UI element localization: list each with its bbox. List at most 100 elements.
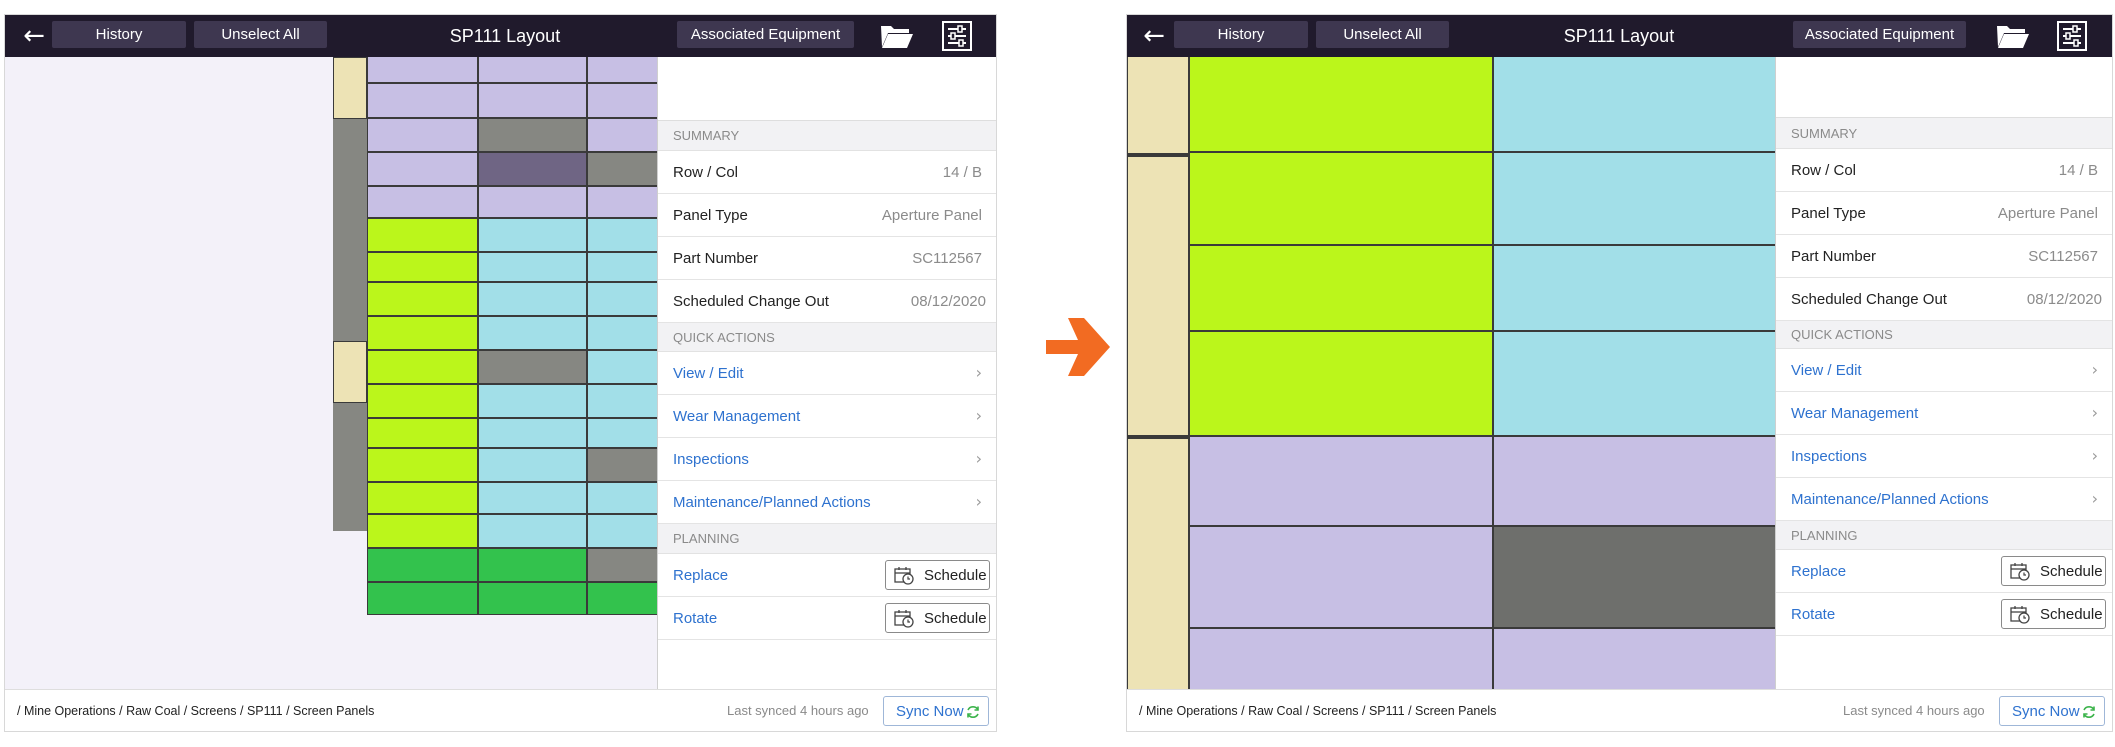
- screen-panel[interactable]: [367, 57, 478, 83]
- screen-panel[interactable]: [587, 316, 660, 350]
- action-wear-management[interactable]: Wear Management ›: [658, 395, 996, 438]
- screen-panel[interactable]: [587, 57, 660, 83]
- screen-panel[interactable]: [587, 218, 660, 252]
- screen-panel[interactable]: [478, 83, 587, 118]
- screen-panel[interactable]: [1492, 525, 1775, 629]
- screen-panel[interactable]: [367, 186, 478, 218]
- action-label[interactable]: Maintenance/Planned Actions: [1791, 491, 1989, 508]
- action-maintenance[interactable]: Maintenance/Planned Actions ›: [1776, 478, 2112, 521]
- screen-panel[interactable]: [367, 282, 478, 316]
- screen-panel[interactable]: [478, 514, 587, 548]
- screen-panel[interactable]: [478, 186, 587, 218]
- screen-panel[interactable]: [1188, 435, 1494, 527]
- screen-panel[interactable]: [367, 83, 478, 118]
- screen-panel[interactable]: [587, 548, 660, 582]
- associated-equipment-button[interactable]: Associated Equipment: [1793, 21, 1966, 48]
- screen-panel[interactable]: [478, 57, 587, 83]
- screen-panel[interactable]: [587, 384, 660, 418]
- screen-panel[interactable]: [587, 350, 660, 384]
- schedule-button[interactable]: Schedule: [885, 560, 990, 590]
- screen-panel[interactable]: [478, 252, 587, 282]
- screen-panel[interactable]: [367, 582, 478, 615]
- action-label[interactable]: Inspections: [1791, 448, 1867, 465]
- screen-panel[interactable]: [587, 152, 660, 186]
- screen-panel[interactable]: [367, 418, 478, 448]
- screen-panel[interactable]: [1188, 151, 1494, 246]
- screen-panel[interactable]: [587, 582, 660, 615]
- breadcrumb[interactable]: / Mine Operations / Raw Coal / Screens /…: [17, 704, 374, 718]
- screen-panel[interactable]: [478, 548, 587, 582]
- action-wear-management[interactable]: Wear Management ›: [1776, 392, 2112, 435]
- screen-panel[interactable]: [1492, 244, 1775, 332]
- unselect-all-button[interactable]: Unselect All: [194, 21, 327, 48]
- unselect-all-button[interactable]: Unselect All: [1316, 21, 1449, 48]
- screen-panel[interactable]: [367, 448, 478, 482]
- action-maintenance[interactable]: Maintenance/Planned Actions ›: [658, 481, 996, 524]
- screen-panel[interactable]: [478, 482, 587, 514]
- screen-panel[interactable]: [1188, 244, 1494, 332]
- screen-panel[interactable]: [1492, 627, 1775, 691]
- screen-panel[interactable]: [1492, 151, 1775, 246]
- screen-panel[interactable]: [1492, 435, 1775, 527]
- associated-equipment-button[interactable]: Associated Equipment: [677, 21, 854, 48]
- action-inspections[interactable]: Inspections ›: [658, 438, 996, 481]
- screen-panel[interactable]: [478, 218, 587, 252]
- schedule-button[interactable]: Schedule: [2001, 599, 2106, 629]
- screen-panel[interactable]: [367, 252, 478, 282]
- breadcrumb[interactable]: / Mine Operations / Raw Coal / Screens /…: [1139, 704, 1496, 718]
- planning-label[interactable]: Rotate: [673, 610, 717, 627]
- screen-panel-selected[interactable]: [478, 152, 587, 186]
- screen-panel[interactable]: [1188, 627, 1494, 691]
- sliders-icon[interactable]: [2057, 21, 2087, 51]
- action-label[interactable]: View / Edit: [1791, 362, 1862, 379]
- screen-panel[interactable]: [1492, 57, 1775, 153]
- screen-panel[interactable]: [367, 548, 478, 582]
- action-view-edit[interactable]: View / Edit ›: [658, 352, 996, 395]
- screen-panel[interactable]: [587, 418, 660, 448]
- planning-label[interactable]: Replace: [1791, 563, 1846, 580]
- screen-panel[interactable]: [587, 118, 660, 152]
- screen-panel[interactable]: [367, 316, 478, 350]
- action-label[interactable]: Wear Management: [673, 408, 800, 425]
- screen-panel[interactable]: [587, 482, 660, 514]
- screen-panel[interactable]: [367, 218, 478, 252]
- screen-panel[interactable]: [587, 514, 660, 548]
- screen-panel[interactable]: [478, 418, 587, 448]
- schedule-button[interactable]: Schedule: [2001, 556, 2106, 586]
- schedule-button[interactable]: Schedule: [885, 603, 990, 633]
- action-label[interactable]: View / Edit: [673, 365, 744, 382]
- screen-panel[interactable]: [367, 152, 478, 186]
- screen-panel[interactable]: [478, 316, 587, 350]
- sync-now-button[interactable]: Sync Now: [883, 696, 989, 726]
- history-button[interactable]: History: [52, 21, 186, 48]
- screen-panel[interactable]: [587, 83, 660, 118]
- screen-panel[interactable]: [478, 448, 587, 482]
- screen-panel[interactable]: [367, 384, 478, 418]
- action-label[interactable]: Inspections: [673, 451, 749, 468]
- back-arrow-icon[interactable]: ←: [1139, 21, 1169, 51]
- screen-panel[interactable]: [587, 186, 660, 218]
- screen-panel[interactable]: [587, 448, 660, 482]
- sync-now-button[interactable]: Sync Now: [1999, 696, 2105, 726]
- screen-panel[interactable]: [367, 118, 478, 152]
- screen-panel[interactable]: [1188, 330, 1494, 437]
- back-arrow-icon[interactable]: ←: [19, 21, 49, 51]
- action-label[interactable]: Wear Management: [1791, 405, 1918, 422]
- screen-panel[interactable]: [587, 282, 660, 316]
- screen-panel[interactable]: [367, 514, 478, 548]
- folder-open-icon[interactable]: [1996, 23, 2030, 49]
- screen-panel[interactable]: [478, 282, 587, 316]
- action-view-edit[interactable]: View / Edit ›: [1776, 349, 2112, 392]
- sliders-icon[interactable]: [942, 21, 972, 51]
- screen-panel[interactable]: [1188, 57, 1494, 153]
- action-inspections[interactable]: Inspections ›: [1776, 435, 2112, 478]
- screen-panel[interactable]: [367, 482, 478, 514]
- folder-open-icon[interactable]: [880, 23, 914, 49]
- planning-label[interactable]: Rotate: [1791, 606, 1835, 623]
- action-label[interactable]: Maintenance/Planned Actions: [673, 494, 871, 511]
- screen-panel[interactable]: [1492, 330, 1775, 437]
- screen-panel[interactable]: [478, 384, 587, 418]
- screen-panel[interactable]: [478, 350, 587, 384]
- screen-panel[interactable]: [478, 118, 587, 152]
- history-button[interactable]: History: [1174, 21, 1308, 48]
